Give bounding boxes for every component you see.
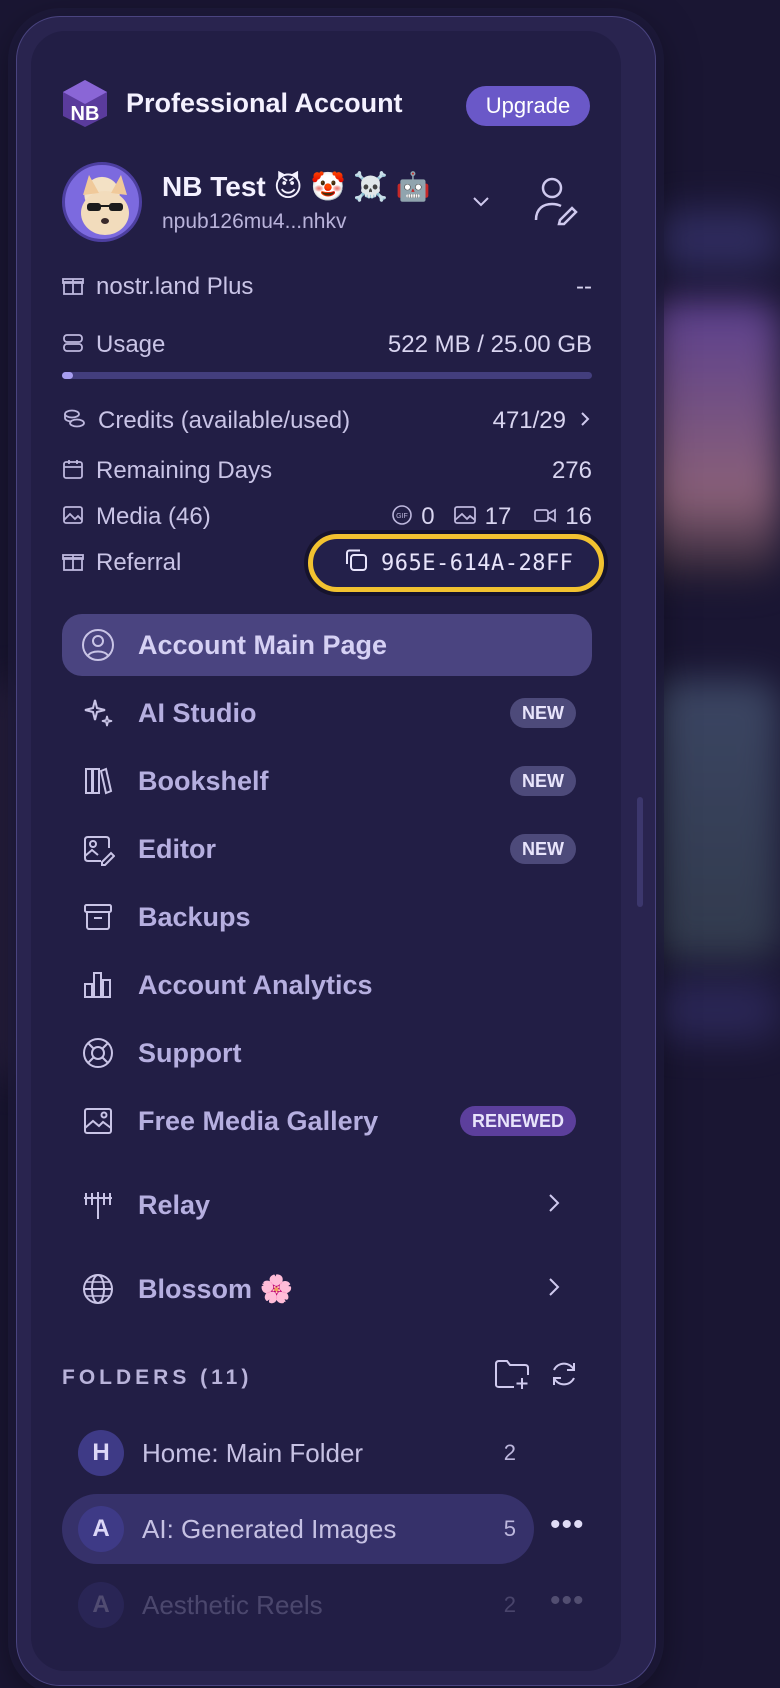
new-badge: NEW — [510, 698, 576, 728]
sparkles-icon — [78, 696, 118, 730]
folder-item[interactable]: A Aesthetic Reels 2 — [62, 1570, 534, 1640]
nav-ai-studio[interactable]: AI Studio NEW — [62, 682, 592, 744]
more-options-icon[interactable]: ••• — [550, 1584, 585, 1618]
nb-logo: NB — [60, 78, 110, 128]
media-video-count: 16 — [565, 503, 592, 530]
gallery-icon — [78, 1104, 118, 1138]
referral-row: Referral — [62, 546, 302, 580]
globe-icon — [78, 1272, 118, 1306]
nav-bookshelf[interactable]: Bookshelf NEW — [62, 750, 592, 812]
remaining-days-value: 276 — [551, 457, 592, 484]
folder-count: 2 — [503, 1592, 516, 1617]
video-icon — [533, 504, 557, 531]
avatar[interactable] — [62, 162, 142, 242]
svg-text:NB: NB — [71, 103, 100, 125]
folder-item[interactable]: H Home: Main Folder 2 — [62, 1418, 534, 1488]
coins-icon — [62, 407, 86, 436]
new-badge: NEW — [510, 766, 576, 796]
nav-account-main-page[interactable]: Account Main Page — [62, 614, 592, 676]
plan-label: nostr.land Plus — [96, 273, 254, 300]
archive-icon — [78, 900, 118, 934]
nav-label: Bookshelf — [138, 765, 269, 796]
folder-item[interactable]: A AI: Generated Images 5 — [62, 1494, 534, 1564]
usage-row: Usage 522 MB / 25.00 GB — [62, 328, 592, 362]
nav-blossom[interactable]: Blossom 🌸 — [62, 1258, 592, 1320]
credits-row[interactable]: Credits (available/used) 471/29 — [62, 404, 592, 438]
nav-support[interactable]: Support — [62, 1022, 592, 1084]
gift-icon — [62, 274, 84, 301]
nav-label: Relay — [138, 1189, 211, 1220]
folder-letter-avatar: H — [78, 1430, 124, 1476]
remaining-days-row: Remaining Days 276 — [62, 454, 592, 488]
user-npub: npub126mu4...nhkv — [162, 210, 347, 233]
scrollbar[interactable] — [637, 797, 643, 907]
nav-relay[interactable]: Relay — [62, 1174, 592, 1236]
folder-letter-avatar: A — [78, 1582, 124, 1628]
referral-label: Referral — [96, 549, 182, 576]
referral-code: 965E-614A-28FF — [381, 550, 574, 576]
nav-label: Account Main Page — [138, 629, 388, 660]
nav-account-analytics[interactable]: Account Analytics — [62, 954, 592, 1016]
account-title: Professional Account — [126, 88, 403, 118]
referral-code-button[interactable]: 965E-614A-28FF — [308, 534, 604, 592]
folder-count: 2 — [503, 1440, 516, 1465]
image-edit-icon — [78, 832, 118, 866]
user-edit-icon[interactable] — [532, 176, 578, 231]
chevron-right-icon — [546, 1192, 562, 1219]
folder-name: Aesthetic Reels — [142, 1589, 323, 1620]
chevron-down-icon[interactable] — [470, 190, 492, 217]
nav-backups[interactable]: Backups — [62, 886, 592, 948]
usage-value: 522 MB / 25.00 GB — [387, 331, 592, 358]
chevron-right-icon — [578, 410, 592, 433]
usage-label: Usage — [96, 331, 166, 358]
nav-label: Backups — [138, 901, 251, 932]
folder-name: AI: Generated Images — [142, 1513, 397, 1544]
more-options-icon[interactable]: ••• — [550, 1508, 585, 1542]
remaining-days-label: Remaining Days — [96, 457, 273, 484]
plan-value: -- — [576, 273, 592, 300]
usage-progress-bar — [62, 372, 592, 379]
svg-text:GIF: GIF — [396, 513, 408, 520]
folder-count: 5 — [503, 1516, 516, 1541]
media-gif-count: 0 — [421, 503, 435, 530]
copy-icon — [343, 547, 369, 579]
folder-name: Home: Main Folder — [142, 1437, 364, 1468]
credits-value: 471/29 — [492, 407, 566, 434]
gif-icon: GIF — [389, 504, 415, 531]
media-row: Media (46) GIF 0 17 16 — [62, 500, 592, 534]
refresh-icon[interactable] — [548, 1358, 580, 1395]
nav-label: Account Analytics — [138, 969, 373, 1000]
credits-label: Credits (available/used) — [98, 407, 351, 434]
database-icon — [62, 332, 84, 359]
nav-free-media-gallery[interactable]: Free Media Gallery RENEWED — [62, 1090, 592, 1152]
new-folder-icon[interactable] — [494, 1358, 530, 1395]
lifebuoy-icon — [78, 1036, 118, 1070]
plan-row: nostr.land Plus -- — [62, 270, 592, 304]
nav-label: Free Media Gallery — [138, 1105, 379, 1136]
calendar-icon — [62, 458, 84, 485]
image-icon — [62, 504, 84, 531]
renewed-badge: RENEWED — [459, 1106, 576, 1136]
nav-editor[interactable]: Editor NEW — [62, 818, 592, 880]
gift-icon — [62, 550, 84, 577]
folder-letter-avatar: A — [78, 1506, 124, 1552]
media-image-count: 17 — [484, 503, 512, 530]
bar-chart-icon — [78, 968, 118, 1002]
user-name: NB Test 😈 🤡 ☠️ 🤖 — [162, 171, 431, 202]
nav-label: AI Studio — [138, 697, 257, 728]
nav-label: Blossom 🌸 — [138, 1274, 294, 1304]
user-circle-icon — [78, 628, 118, 662]
chevron-right-icon — [546, 1276, 562, 1303]
nav-label: Editor — [138, 833, 216, 864]
books-icon — [78, 764, 118, 798]
folders-heading: FOLDERS (11) — [62, 1366, 253, 1389]
media-label: Media (46) — [96, 503, 211, 530]
new-badge: NEW — [510, 834, 576, 864]
photo-icon — [453, 504, 477, 531]
folder-toolbar — [494, 1358, 580, 1395]
nav-label: Support — [138, 1037, 242, 1068]
upgrade-button[interactable]: Upgrade — [466, 86, 590, 126]
antenna-icon — [78, 1188, 118, 1222]
